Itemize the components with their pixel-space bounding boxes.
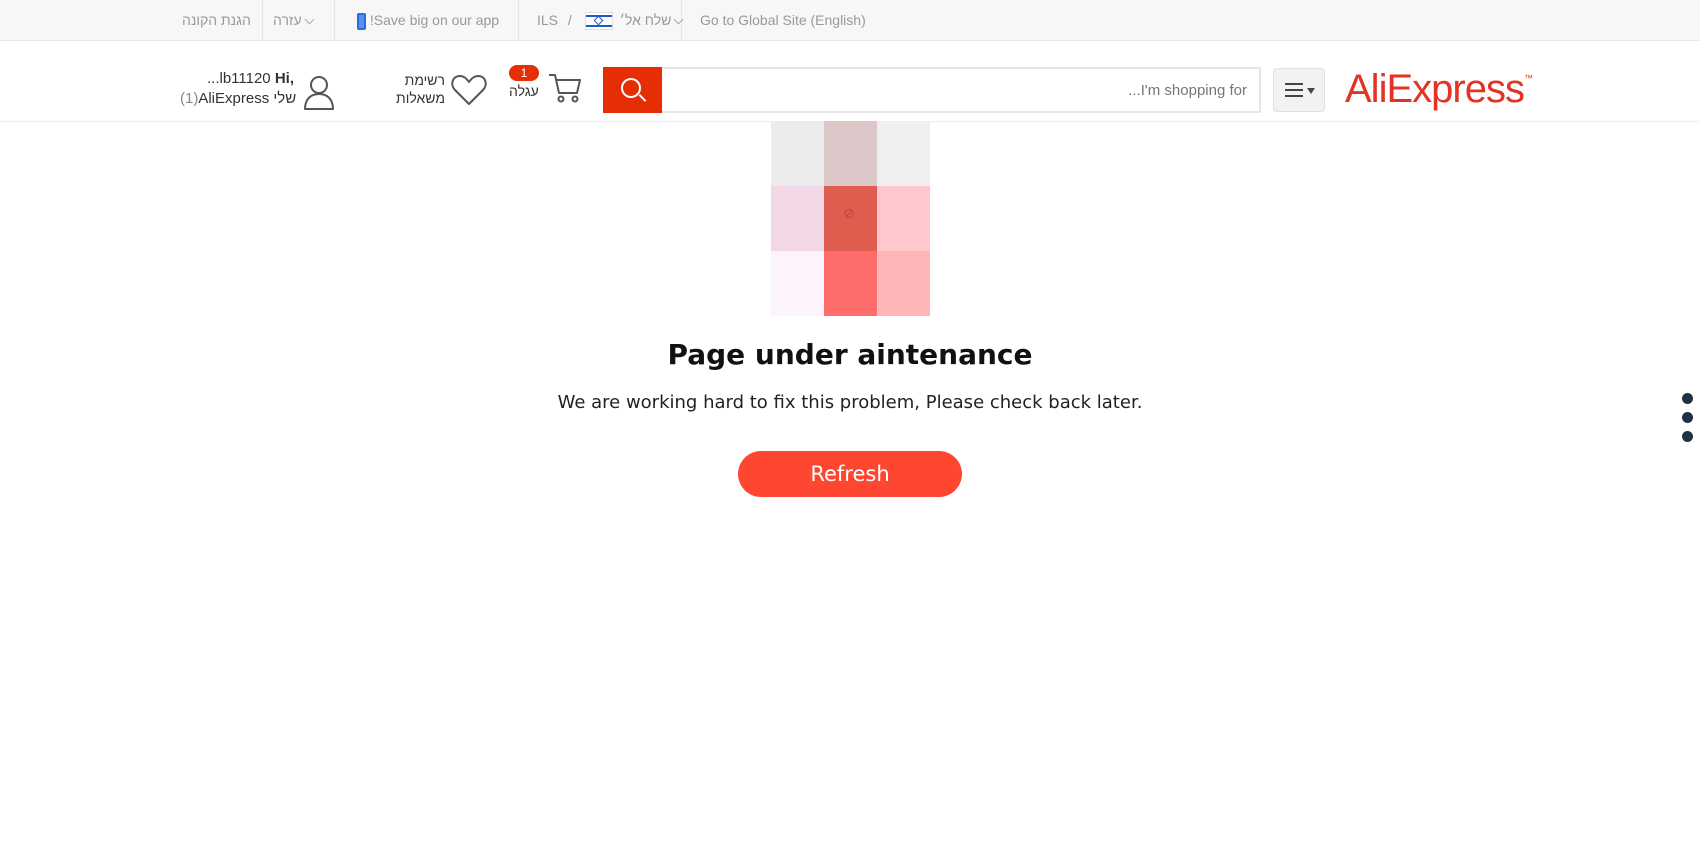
account-text: ...lb11120 Hi, (1)AliExpress שלי xyxy=(180,69,297,109)
ship-to-label: שלח אל׳ xyxy=(619,12,672,28)
wishlist-button[interactable]: רשימת משאלות xyxy=(395,69,487,113)
top-utility-bar: Go to Global Site (English) ILS / שלח אל… xyxy=(0,0,1700,41)
chevron-down-icon xyxy=(673,14,684,25)
mosaic-tile xyxy=(877,251,930,316)
search-icon-handle xyxy=(638,94,647,102)
cart-count-badge: 1 xyxy=(509,65,539,81)
mosaic-tile xyxy=(771,186,824,251)
my-aliexpress-label: AliExpress שלי xyxy=(198,90,297,107)
app-promo-label: !Save big on our app xyxy=(369,12,500,28)
logo-text: AliExpress xyxy=(1345,67,1525,111)
global-site-link[interactable]: Go to Global Site (English) xyxy=(700,0,866,40)
more-dots-icon[interactable] xyxy=(1682,393,1696,449)
phone-icon xyxy=(357,12,366,30)
wishlist-label-line1: רשימת xyxy=(404,72,445,88)
maintenance-illustration: ⊘ xyxy=(771,121,930,316)
wishlist-label: רשימת משאלות xyxy=(395,71,445,107)
currency-separator: / xyxy=(567,12,572,28)
mosaic-tile xyxy=(771,121,824,186)
main-header: AliExpress™ 1 עגלה רשימת משאלות ...lb111… xyxy=(0,41,1700,122)
israel-flag-icon xyxy=(584,12,613,31)
help-label: עזרה xyxy=(273,12,302,28)
help-menu[interactable]: עזרה xyxy=(273,0,317,40)
mosaic-tile xyxy=(877,121,930,186)
account-message-count: (1) xyxy=(180,90,199,107)
mosaic-tile xyxy=(824,251,877,316)
categories-menu-button[interactable] xyxy=(1273,68,1325,112)
mosaic-tile xyxy=(771,251,824,316)
search-button[interactable] xyxy=(603,67,662,113)
refresh-button[interactable]: Refresh xyxy=(738,451,962,497)
page-title: Page under aintenance xyxy=(667,338,1033,371)
cart-button[interactable]: 1 עגלה xyxy=(505,65,585,115)
account-menu[interactable]: ...lb11120 Hi, (1)AliExpress שלי xyxy=(180,69,340,115)
chevron-down-icon xyxy=(304,14,314,25)
account-greeting: Hi, xyxy=(274,70,294,87)
broken-image-icon: ⊘ xyxy=(843,205,855,221)
aliexpress-logo[interactable]: AliExpress™ xyxy=(1345,67,1533,112)
mosaic-tile xyxy=(877,186,930,251)
heart-icon xyxy=(451,75,487,105)
user-icon xyxy=(304,76,334,110)
logo-trademark: ™ xyxy=(1523,73,1533,83)
ship-to-selector[interactable]: ILS / שלח אל׳ xyxy=(537,0,686,40)
divider xyxy=(334,0,335,40)
divider xyxy=(262,0,263,40)
page-message: We are working hard to fix this problem,… xyxy=(557,392,1143,413)
search-input[interactable] xyxy=(660,69,1259,111)
search-box xyxy=(660,67,1261,113)
currency-label: ILS xyxy=(537,12,559,28)
cart-label: עגלה xyxy=(509,83,539,99)
account-username: ...lb11120 xyxy=(206,70,271,87)
app-promo-link[interactable]: !Save big on our app xyxy=(353,0,499,40)
divider xyxy=(518,0,519,40)
caret-down-icon xyxy=(1307,88,1315,94)
buyer-protection-link[interactable]: הגנת הקונה xyxy=(182,0,251,40)
wishlist-label-line2: משאלות xyxy=(396,90,445,106)
mosaic-tile xyxy=(824,121,877,186)
cart-icon xyxy=(549,74,581,103)
menu-icon xyxy=(1285,83,1303,97)
